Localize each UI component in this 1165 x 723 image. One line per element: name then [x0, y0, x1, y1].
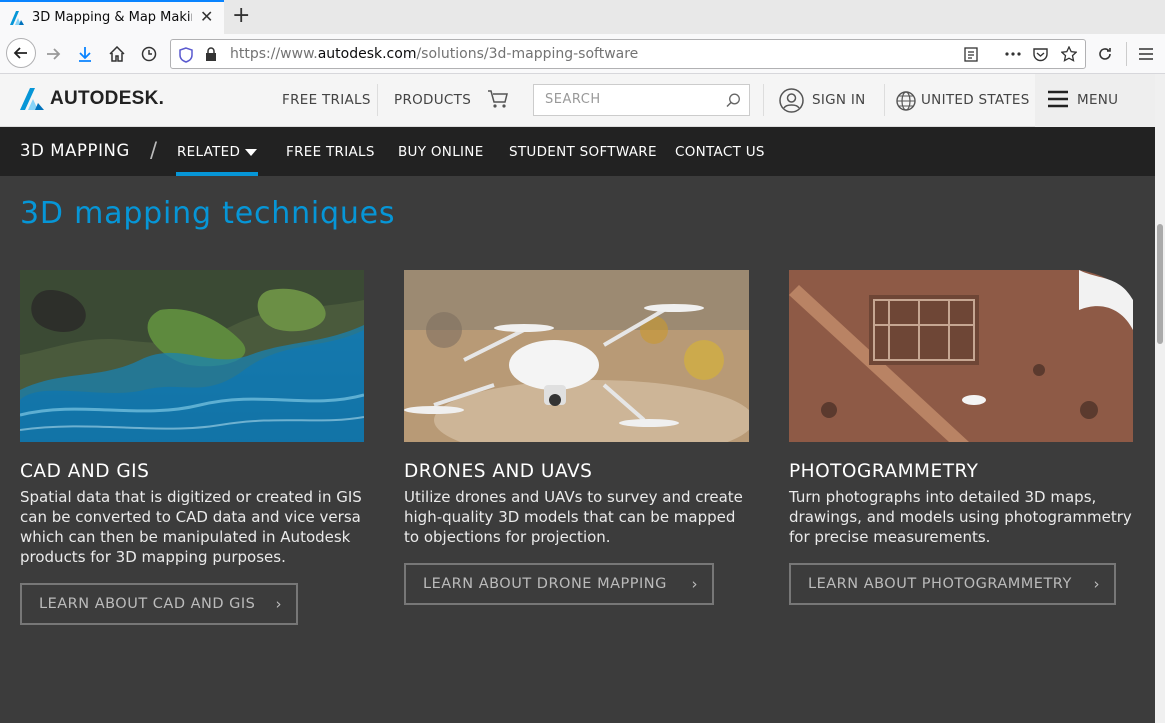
tab-title: 3D Mapping & Map Making Software | Autod…: [32, 10, 192, 25]
card-photogrammetry: PHOTOGRAMMETRY Turn photographs into det…: [789, 270, 1133, 547]
learn-cad-gis-button[interactable]: LEARN ABOUT CAD AND GIS ›: [20, 583, 298, 625]
app-menu-button[interactable]: [1133, 41, 1159, 67]
forward-arrow-icon: [47, 48, 61, 60]
clock-icon: [141, 46, 157, 62]
globe-icon[interactable]: [896, 91, 916, 111]
history-button[interactable]: [136, 41, 162, 67]
main-content: 3D mapping techniques CAD AND GIS Spatia…: [0, 176, 1155, 723]
card-cad-gis: CAD AND GIS Spatial data that is digitiz…: [20, 270, 364, 567]
tab-close-icon[interactable]: ✕: [200, 8, 213, 26]
card-drones-uavs: DRONES AND UAVS Utilize drones and UAVs …: [404, 270, 749, 547]
sign-in-link[interactable]: SIGN IN: [812, 92, 866, 108]
back-button[interactable]: [6, 38, 36, 68]
page-actions-icon[interactable]: [1005, 52, 1021, 56]
reader-view-icon[interactable]: [964, 47, 978, 62]
region-selector[interactable]: UNITED STATES: [921, 92, 1030, 108]
browser-tab[interactable]: 3D Mapping & Map Making Software | Autod…: [0, 0, 224, 34]
subnav-slash: /: [150, 138, 158, 162]
card-description: Turn photographs into detailed 3D maps, …: [789, 488, 1132, 546]
back-arrow-icon: [13, 47, 27, 59]
downloads-button[interactable]: [72, 41, 98, 67]
chevron-right-icon: ›: [1093, 575, 1100, 593]
autodesk-favicon-icon: [10, 11, 24, 25]
subnav-title[interactable]: 3D MAPPING: [20, 141, 130, 160]
search-icon[interactable]: [726, 93, 741, 108]
browser-nav-bar: https://www.autodesk.com/solutions/3d-ma…: [0, 34, 1165, 74]
search-placeholder: SEARCH: [545, 92, 601, 107]
header-free-trials-link[interactable]: FREE TRIALS: [282, 92, 371, 108]
card-title: DRONES AND UAVS: [404, 461, 593, 482]
coastline-aerial-image: [20, 270, 364, 442]
logo-text: AUTODESK.: [50, 88, 165, 109]
card-description: Utilize drones and UAVs to survey and cr…: [404, 488, 743, 546]
pocket-icon[interactable]: [1033, 47, 1048, 62]
subnav-related-dropdown[interactable]: RELATED: [177, 144, 240, 160]
download-icon: [79, 47, 91, 62]
subnav-free-trials[interactable]: FREE TRIALS: [286, 144, 375, 160]
card-title: PHOTOGRAMMETRY: [789, 461, 979, 482]
url-bar[interactable]: https://www.autodesk.com/solutions/3d-ma…: [170, 39, 1086, 69]
reload-icon: [1099, 48, 1111, 60]
subnav-buy-online[interactable]: BUY ONLINE: [398, 144, 484, 160]
toolbar-divider: [1126, 42, 1127, 66]
photogrammetry-model-image: [789, 270, 1133, 442]
url-text[interactable]: https://www.autodesk.com/solutions/3d-ma…: [230, 46, 638, 62]
browser-tab-bar: 3D Mapping & Map Making Software | Autod…: [0, 0, 1165, 34]
section-title: 3D mapping techniques: [20, 196, 396, 231]
button-label: LEARN ABOUT PHOTOGRAMMETRY: [808, 576, 1072, 592]
site-menu-button[interactable]: MENU: [1035, 74, 1165, 127]
lock-icon[interactable]: [205, 47, 217, 62]
subnav-student-software[interactable]: STUDENT SOFTWARE: [509, 144, 657, 160]
reload-button[interactable]: [1092, 41, 1118, 67]
header-products-link[interactable]: PRODUCTS: [394, 92, 471, 108]
hamburger-icon: [1139, 48, 1153, 60]
home-button[interactable]: [104, 41, 130, 67]
caret-down-icon[interactable]: [245, 149, 257, 156]
home-icon: [109, 46, 125, 62]
chevron-right-icon: ›: [691, 575, 698, 593]
button-label: LEARN ABOUT DRONE MAPPING: [423, 576, 667, 592]
button-label: LEARN ABOUT CAD AND GIS: [39, 596, 256, 612]
subnav-contact-us[interactable]: CONTACT US: [675, 144, 765, 160]
autodesk-logo[interactable]: AUTODESK.: [20, 88, 164, 110]
menu-hamburger-icon: [1048, 90, 1068, 108]
tracking-shield-icon[interactable]: [179, 47, 193, 63]
forward-button[interactable]: [40, 41, 66, 67]
card-description: Spatial data that is digitized or create…: [20, 488, 362, 566]
chevron-right-icon: ›: [275, 595, 282, 613]
menu-label: MENU: [1077, 92, 1119, 108]
scrollbar-thumb[interactable]: [1157, 224, 1163, 344]
search-input[interactable]: SEARCH: [533, 84, 750, 116]
header-divider: [884, 84, 885, 116]
drone-photo-image: [404, 270, 749, 442]
user-icon[interactable]: [779, 88, 804, 113]
header-divider: [377, 84, 378, 116]
page-scrollbar[interactable]: [1155, 74, 1165, 723]
learn-photogrammetry-button[interactable]: LEARN ABOUT PHOTOGRAMMETRY ›: [789, 563, 1116, 605]
learn-drone-mapping-button[interactable]: LEARN ABOUT DRONE MAPPING ›: [404, 563, 714, 605]
bookmark-star-icon[interactable]: [1061, 46, 1077, 62]
header-divider: [763, 84, 764, 116]
new-tab-icon[interactable]: +: [232, 4, 250, 28]
autodesk-logo-icon: [20, 88, 44, 110]
sub-navigation: 3D MAPPING / RELATED FREE TRIALS BUY ONL…: [0, 127, 1160, 176]
shopping-cart-icon[interactable]: [487, 89, 509, 109]
card-title: CAD AND GIS: [20, 461, 150, 482]
site-header: AUTODESK. FREE TRIALS PRODUCTS SEARCH SI…: [0, 74, 1165, 127]
